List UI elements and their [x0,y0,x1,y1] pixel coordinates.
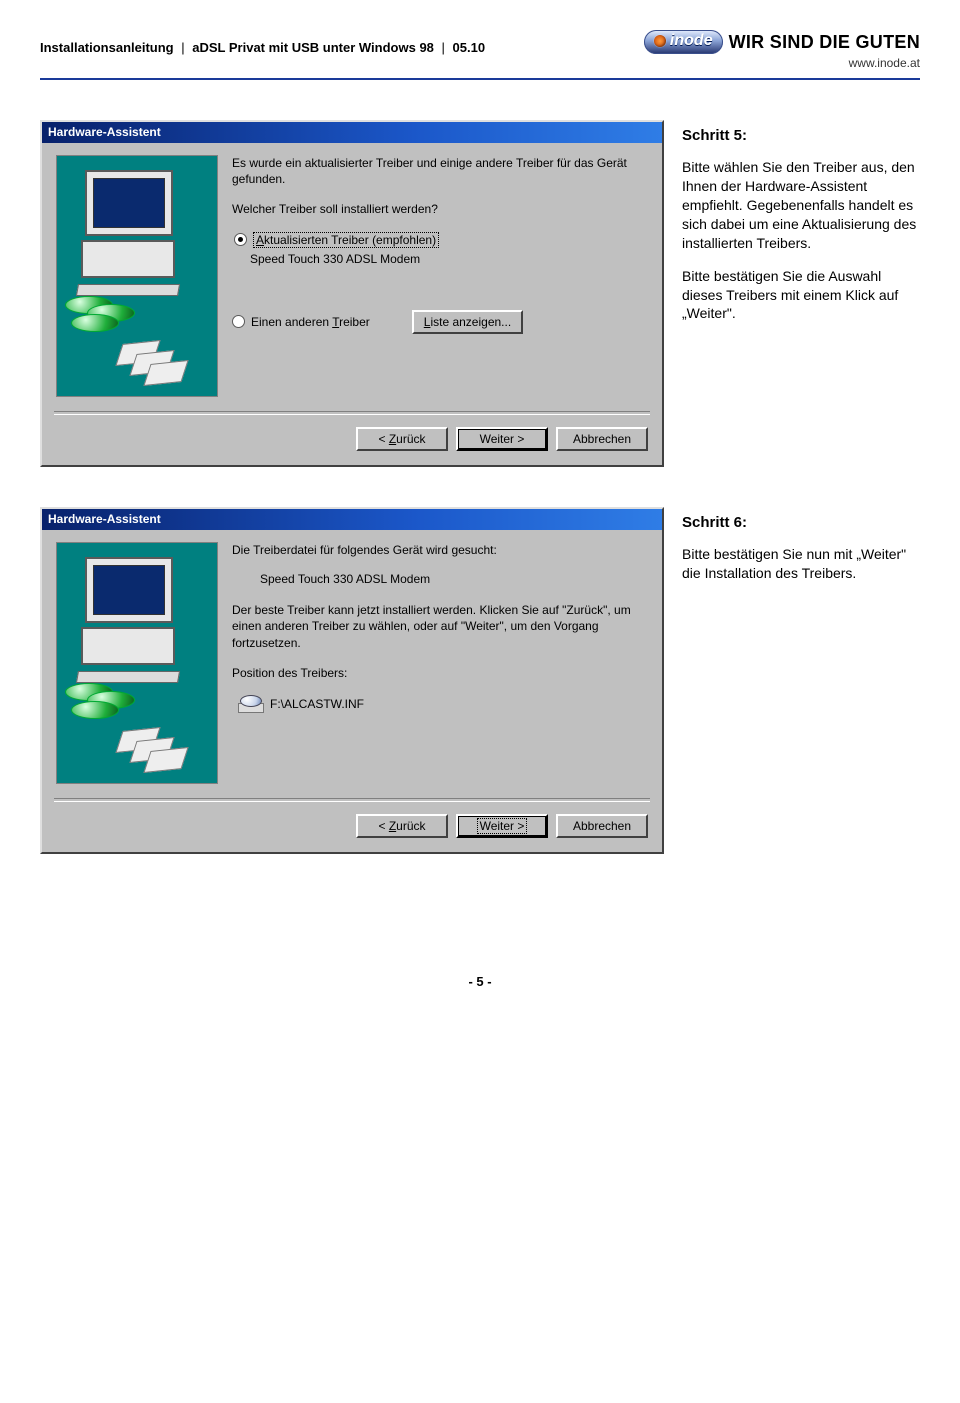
doc-version: 05.10 [453,40,486,55]
step5-p1: Bitte wählen Sie den Treiber aus, den Ih… [682,158,920,252]
back-btn-text: < Zurück [378,432,425,446]
doc-subtitle: aDSL Privat mit USB unter Windows 98 [192,40,434,55]
dlg6-line1: Die Treiberdatei für folgendes Gerät wir… [232,542,648,558]
driver-path-row: F:\ALCASTW.INF [238,695,648,713]
radio-updated-label: Aktualisierten Treiber (empfohlen) [253,232,439,248]
next-btn-text: Weiter > [480,432,525,446]
dlg6-pos-label: Position des Treibers: [232,665,648,681]
radio-dot-icon [234,233,247,246]
step6-row: Hardware-Assistent [40,507,920,854]
sep1: | [181,40,184,55]
cancel-button[interactable]: Abbrechen [556,814,648,838]
next-btn-text: Weiter > [477,818,528,834]
next-button[interactable]: Weiter > [456,814,548,838]
dlg5-line1: Es wurde ein aktualisierter Treiber und … [232,155,648,187]
step6-text: Schritt 6: Bitte bestätigen Sie nun mit … [682,507,920,854]
step5-heading: Schritt 5: [682,126,920,146]
dlg6-device: Speed Touch 330 ADSL Modem [260,572,648,586]
cancel-btn-text: Abbrechen [573,432,631,446]
step6-p1: Bitte bestätigen Sie nun mit „Weiter" di… [682,545,920,583]
list-button[interactable]: Liste anzeigen... [412,310,523,334]
dialog6-title: Hardware-Assistent [48,512,161,526]
dlg5-question: Welcher Treiber soll installiert werden? [232,201,648,217]
brand-text: inode [670,32,713,50]
brand-logo: inode [644,30,723,54]
radio-other-driver[interactable]: Einen anderen Treiber Liste anzeigen... [232,310,648,334]
doc-title-line: Installationsanleitung | aDSL Privat mit… [40,30,485,55]
step6-heading: Schritt 6: [682,513,920,533]
dialog5-title: Hardware-Assistent [48,125,161,139]
step5-row: Hardware-Assistent [40,120,920,467]
logo-dot-icon [654,35,666,47]
step5-text: Schritt 5: Bitte wählen Sie den Treiber … [682,120,920,467]
back-button[interactable]: < Zurück [356,814,448,838]
back-btn-text: < Zurück [378,819,425,833]
brand-site: www.inode.at [644,56,920,70]
step5-p2: Bitte bestätigen Sie die Auswahl dieses … [682,267,920,324]
computer-icon [85,557,179,683]
cancel-button[interactable]: Abbrechen [556,427,648,451]
dialog5-titlebar[interactable]: Hardware-Assistent [42,122,662,143]
computer-icon [85,170,179,296]
logo-block: inode WIR SIND DIE GUTEN www.inode.at [644,30,920,70]
back-button[interactable]: < Zurück [356,427,448,451]
slogan: WIR SIND DIE GUTEN [729,32,920,53]
next-button[interactable]: Weiter > [456,427,548,451]
document-header: Installationsanleitung | aDSL Privat mit… [40,30,920,80]
page-number: - 5 - [40,974,920,989]
radio-dot-icon [232,315,245,328]
dialog-step5: Hardware-Assistent [40,120,664,467]
dialog-step6: Hardware-Assistent [40,507,664,854]
list-btn-text: Liste anzeigen... [424,315,511,329]
opt1-sub: Speed Touch 330 ADSL Modem [250,252,648,266]
cd-drive-icon [238,695,262,713]
cancel-btn-text: Abbrechen [573,819,631,833]
dialog6-titlebar[interactable]: Hardware-Assistent [42,509,662,530]
driver-path: F:\ALCASTW.INF [270,697,364,711]
doc-title: Installationsanleitung [40,40,174,55]
wizard-illustration [56,542,218,784]
radio-other-label: Einen anderen Treiber [251,315,370,329]
radio-updated-driver[interactable]: Aktualisierten Treiber (empfohlen) [232,232,648,248]
sep2: | [442,40,445,55]
dlg6-line2: Der beste Treiber kann jetzt installiert… [232,602,648,651]
wizard-illustration [56,155,218,397]
opt1-text: ktualisierten Treiber (empfohlen) [264,233,436,247]
